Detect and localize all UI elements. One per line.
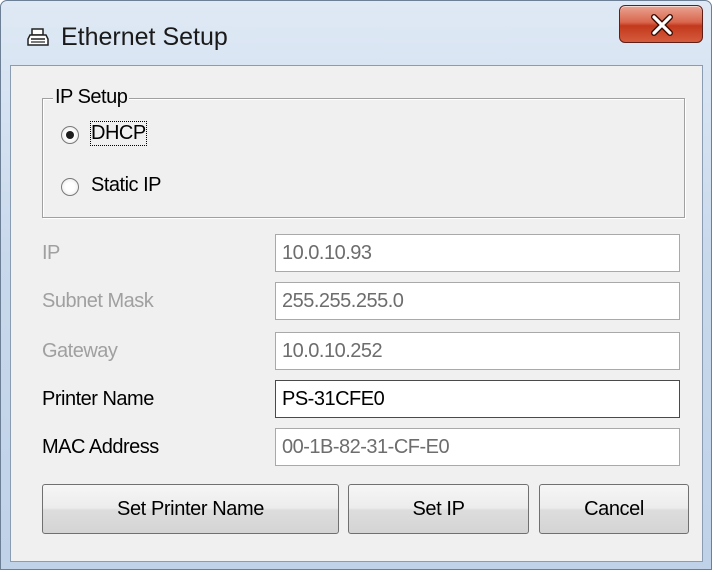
- radio-button-static-ip[interactable]: [61, 178, 79, 196]
- ip-setup-legend: IP Setup: [53, 86, 130, 109]
- ip-label: IP: [42, 242, 60, 264]
- window-title: Ethernet Setup: [61, 23, 228, 51]
- radio-label-static-ip: Static IP: [91, 174, 161, 196]
- ip-setup-group: [42, 98, 685, 218]
- mac-address-field[interactable]: 00-1B-82-31-CF-E0: [275, 428, 680, 466]
- ethernet-setup-window: Ethernet Setup IP Setup DHCP Static IP I…: [0, 0, 712, 570]
- printer-icon: [27, 27, 49, 49]
- set-printer-name-button[interactable]: Set Printer Name: [42, 484, 339, 534]
- printer-name-field[interactable]: PS-31CFE0: [275, 380, 680, 418]
- radio-label-dhcp[interactable]: DHCP: [90, 121, 147, 146]
- gateway-label: Gateway: [42, 340, 118, 362]
- close-button[interactable]: [619, 5, 703, 43]
- printer-name-label: Printer Name: [42, 388, 154, 410]
- gateway-field: 10.0.10.252: [275, 332, 680, 370]
- subnet-mask-label: Subnet Mask: [42, 290, 154, 312]
- close-icon: [651, 14, 673, 36]
- cancel-button[interactable]: Cancel: [539, 484, 689, 534]
- set-ip-button[interactable]: Set IP: [348, 484, 529, 534]
- ip-field: 10.0.10.93: [275, 234, 680, 272]
- subnet-mask-field: 255.255.255.0: [275, 282, 680, 320]
- dialog-body: IP Setup DHCP Static IP IP 10.0.10.93 Su…: [10, 65, 703, 562]
- title-bar[interactable]: Ethernet Setup: [1, 1, 711, 65]
- radio-button-dhcp[interactable]: [61, 126, 79, 144]
- mac-address-label: MAC Address: [42, 436, 159, 458]
